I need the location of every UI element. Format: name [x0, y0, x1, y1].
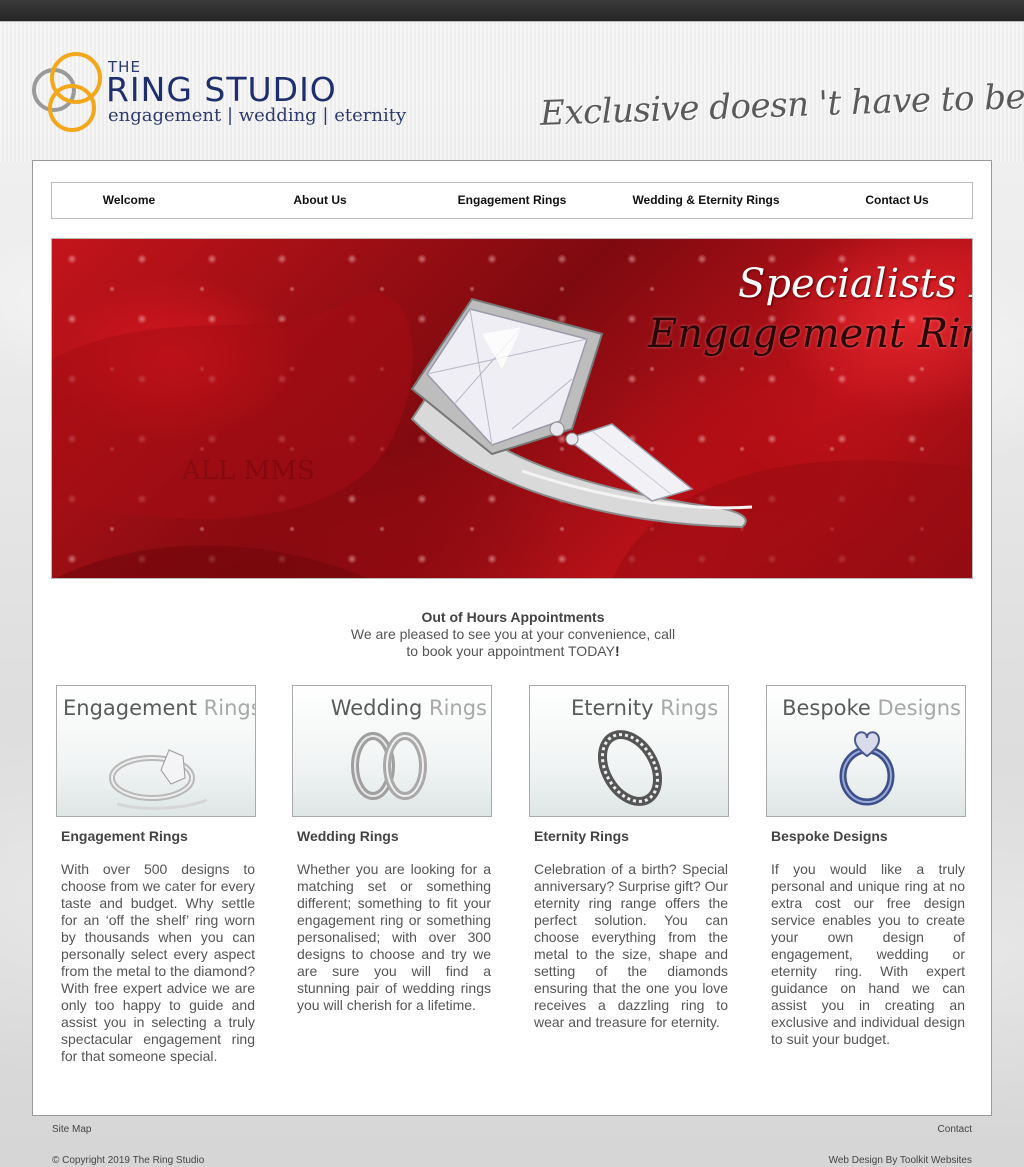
top-bar — [0, 0, 1024, 22]
card-heading: Eternity Rings — [530, 696, 728, 720]
hero-heading-line1: Specialists In — [738, 261, 972, 307]
eternity-ring-icon — [598, 730, 662, 806]
appointments-line2: to book your appointment TODAY — [406, 643, 615, 659]
wedding-rings-icon — [351, 732, 427, 800]
nav-item-wedding-eternity-rings[interactable]: Wedding & Eternity Rings — [626, 183, 786, 218]
engagement-rings-card[interactable]: Engagement Rings — [56, 685, 256, 817]
feature-column-engagement: Engagement Rings Engagement Rings With o… — [56, 685, 256, 1065]
card-heading-word1: Wedding — [330, 696, 423, 720]
wedding-rings-card[interactable]: Wedding Rings — [292, 685, 492, 817]
card-heading-word1: Eternity — [571, 696, 654, 720]
card-heading: Engagement Rings — [57, 696, 256, 720]
bespoke-designs-card[interactable]: Bespoke Designs — [766, 685, 966, 817]
column-text: Celebration of a birth? Special annivers… — [534, 861, 728, 1030]
svg-text:ALL MMS: ALL MMS — [181, 456, 315, 486]
footer-sitemap-link[interactable]: Site Map — [52, 1124, 91, 1135]
footer-credit-link[interactable]: Web Design By Toolkit Websites — [829, 1155, 972, 1166]
eternity-rings-card[interactable]: Eternity Rings — [529, 685, 729, 817]
appointments-title: Out of Hours Appointments — [421, 609, 605, 625]
footer-contact-link[interactable]: Contact — [938, 1124, 972, 1135]
card-heading-word1: Bespoke — [782, 696, 871, 720]
main-navigation: Welcome About Us Engagement Rings Weddin… — [51, 182, 973, 219]
feature-column-wedding: Wedding Rings Wedding Rings Whether you … — [292, 685, 492, 1014]
footer-copyright: © Copyright 2019 The Ring Studio — [52, 1155, 205, 1166]
hero-heading-line2: Engagement Rings — [648, 311, 972, 357]
appointments-exclamation: ! — [614, 643, 620, 659]
main-content-panel: Welcome About Us Engagement Rings Weddin… — [32, 160, 992, 1116]
nav-item-contact-us[interactable]: Contact Us — [820, 183, 974, 218]
hero-banner: ALL MMS Specialists In Engagement Rings — [51, 238, 973, 579]
feature-column-bespoke: Bespoke Designs Bespoke Designs If you w… — [766, 685, 966, 1048]
column-text: Whether you are looking for a matching s… — [297, 861, 491, 1013]
column-title: Eternity Rings — [534, 828, 629, 844]
column-text: With over 500 designs to choose from we … — [61, 861, 255, 1064]
card-heading-word2: Rings — [428, 696, 487, 720]
feature-column-eternity: Eternity Rings Eternity Rings Celebratio… — [529, 685, 729, 1031]
card-heading-word2: Designs — [877, 696, 961, 720]
column-text: If you would like a truly personal and u… — [771, 861, 965, 1047]
nav-item-welcome[interactable]: Welcome — [52, 183, 206, 218]
card-heading-word2: Rings — [203, 696, 256, 720]
bespoke-ring-icon — [839, 731, 895, 806]
card-heading-word2: Rings — [660, 696, 719, 720]
site-logo[interactable]: THE RING STUDIO engagement | wedding | e… — [32, 50, 406, 140]
card-heading: Bespoke Designs — [767, 696, 965, 720]
appointments-notice: Out of Hours Appointments We are pleased… — [33, 609, 993, 660]
logo-tagline: engagement | wedding | eternity — [108, 105, 407, 126]
logo-name-text: RING STUDIO — [106, 70, 337, 109]
card-heading-word1: Engagement — [63, 696, 197, 720]
engagement-ring-icon — [109, 749, 208, 810]
column-title: Engagement Rings — [61, 828, 188, 844]
nav-item-about-us[interactable]: About Us — [243, 183, 397, 218]
rings-logo-icon — [32, 52, 102, 132]
card-heading: Wedding Rings — [293, 696, 491, 720]
column-title: Bespoke Designs — [771, 828, 888, 844]
appointments-line2-wrap: to book your appointment TODAY! — [33, 643, 993, 660]
appointments-line1: We are pleased to see you at your conven… — [350, 626, 676, 642]
column-title: Wedding Rings — [297, 828, 399, 844]
nav-item-engagement-rings[interactable]: Engagement Rings — [435, 183, 589, 218]
